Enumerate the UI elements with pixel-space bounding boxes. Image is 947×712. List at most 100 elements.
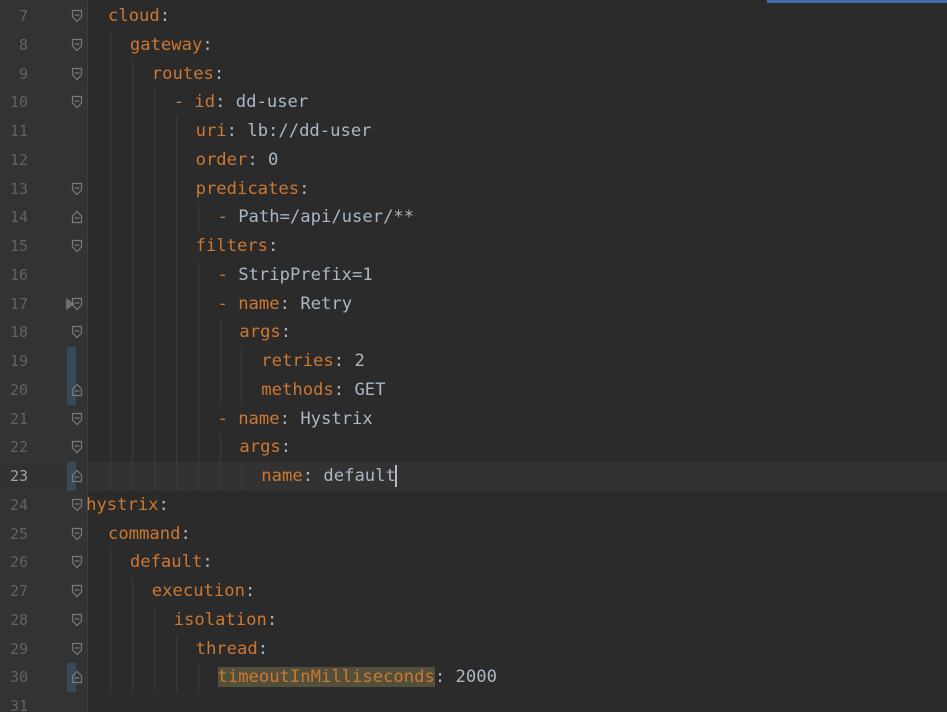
code-text[interactable]: execution: [152, 577, 256, 606]
line-number[interactable]: 24 [0, 491, 28, 520]
fold-start-icon[interactable] [71, 498, 83, 512]
code-line[interactable]: 26 default: [0, 548, 947, 577]
code-text[interactable]: isolation: [174, 606, 278, 635]
code-line[interactable]: 20 methods: GET [0, 375, 947, 405]
fold-start-icon[interactable] [71, 95, 83, 109]
code-text[interactable]: - name: Hystrix [218, 405, 373, 434]
code-text[interactable]: methods: GET [261, 376, 385, 405]
fold-start-icon[interactable] [71, 9, 83, 23]
code-text[interactable]: - Path=/api/user/** [218, 203, 415, 232]
code-line[interactable]: 21 - name: Hystrix [0, 404, 947, 434]
code-line[interactable]: 17 - name: Retry [0, 289, 947, 319]
line-number[interactable]: 27 [0, 577, 28, 606]
code-text[interactable]: - name: Retry [218, 290, 353, 319]
code-line[interactable]: 10 - id: dd-user [0, 88, 947, 117]
code-line[interactable]: 13 predicates: [0, 174, 947, 204]
code-line[interactable]: 19 retries: 2 [0, 347, 947, 376]
code-line[interactable]: 16 - StripPrefix=1 [0, 260, 947, 290]
code-text[interactable]: retries: 2 [261, 347, 365, 376]
change-marker[interactable] [67, 347, 76, 376]
code-line[interactable]: 27 execution: [0, 577, 947, 606]
fold-start-icon[interactable] [71, 325, 83, 339]
code-line[interactable]: 30 timeoutInMilliseconds: 2000 [0, 663, 947, 692]
code-text[interactable]: - StripPrefix=1 [218, 261, 373, 290]
fold-start-icon[interactable] [71, 642, 83, 656]
code-line[interactable]: 9 routes: [0, 59, 947, 89]
code-line[interactable]: 18 args: [0, 318, 947, 347]
fold-start-icon[interactable] [71, 527, 83, 541]
line-number[interactable]: 25 [0, 520, 28, 549]
line-number[interactable]: 20 [0, 376, 28, 405]
code-text[interactable]: default: [130, 548, 213, 577]
line-number[interactable]: 19 [0, 347, 28, 376]
code-text[interactable]: args: [239, 433, 291, 462]
code-line[interactable]: 24 hystrix: [0, 491, 947, 520]
code-line[interactable]: 7 cloud: [0, 2, 947, 31]
code-text[interactable]: gateway: [130, 31, 213, 60]
code-text[interactable]: routes: [152, 60, 224, 89]
code-text[interactable]: - id: dd-user [174, 88, 309, 117]
code-text[interactable]: uri: lb://dd-user [196, 117, 372, 146]
code-line[interactable]: 14 - Path=/api/user/** [0, 203, 947, 232]
code-text[interactable]: args: [239, 318, 291, 347]
line-number[interactable]: 18 [0, 318, 28, 347]
code-line[interactable]: 31 [0, 692, 947, 712]
line-number[interactable]: 30 [0, 663, 28, 692]
code-text[interactable]: order: 0 [196, 146, 279, 175]
code-editor[interactable]: 7 cloud: 8 gateway: 9 routes: 10- id: dd-user 1… [0, 0, 947, 712]
code-line[interactable]: 8 gateway: [0, 30, 947, 60]
fold-end-icon[interactable] [71, 383, 83, 397]
fold-start-icon[interactable] [71, 584, 83, 598]
line-number[interactable]: 15 [0, 232, 28, 261]
line-number[interactable]: 22 [0, 433, 28, 462]
code-line[interactable]: 23 name: default [0, 462, 947, 491]
line-number[interactable]: 8 [0, 31, 28, 60]
line-number[interactable]: 26 [0, 548, 28, 577]
line-number[interactable]: 29 [0, 635, 28, 664]
line-number[interactable]: 7 [0, 2, 28, 31]
line-number[interactable]: 9 [0, 60, 28, 89]
indent-guide [110, 174, 111, 204]
fold-start-icon[interactable] [71, 38, 83, 52]
code-line[interactable]: 12 order: 0 [0, 145, 947, 175]
code-text[interactable]: thread: [196, 635, 268, 664]
line-number[interactable]: 17 [0, 290, 28, 319]
code-line[interactable]: 22 args: [0, 433, 947, 462]
line-number[interactable]: 14 [0, 203, 28, 232]
code-text[interactable]: hystrix: [86, 491, 169, 520]
code-line[interactable]: 11 uri: lb://dd-user [0, 117, 947, 146]
fold-end-icon[interactable] [71, 210, 83, 224]
indent-guide [241, 375, 243, 405]
line-number[interactable]: 13 [0, 175, 28, 204]
line-number[interactable]: 10 [0, 88, 28, 117]
fold-start-icon[interactable] [71, 297, 83, 311]
code-text[interactable]: cloud: [108, 2, 170, 31]
fold-start-icon[interactable] [71, 412, 83, 426]
fold-start-icon[interactable] [71, 555, 83, 569]
fold-end-icon[interactable] [71, 469, 83, 483]
line-number[interactable]: 16 [0, 261, 28, 290]
code-line[interactable]: 15 filters: [0, 232, 947, 261]
line-number[interactable]: 12 [0, 146, 28, 175]
indent-guide [153, 318, 155, 347]
code-text[interactable]: command: [108, 520, 191, 549]
fold-start-icon[interactable] [71, 182, 83, 196]
line-number[interactable]: 11 [0, 117, 28, 146]
fold-start-icon[interactable] [71, 67, 83, 81]
code-text[interactable]: predicates: [196, 175, 310, 204]
code-line[interactable]: 28 isolation: [0, 605, 947, 635]
code-line[interactable]: 25 command: [0, 520, 947, 549]
fold-start-icon[interactable] [71, 440, 83, 454]
fold-start-icon[interactable] [71, 613, 83, 627]
fold-start-icon[interactable] [71, 239, 83, 253]
indent-guide [175, 232, 177, 261]
code-text[interactable]: timeoutInMilliseconds: 2000 [217, 663, 497, 692]
code-text[interactable]: filters: [196, 232, 279, 261]
line-number[interactable]: 21 [0, 405, 28, 434]
code-text[interactable]: name: default [261, 462, 397, 491]
line-number[interactable]: 23 [0, 462, 28, 491]
line-number[interactable]: 28 [0, 606, 28, 635]
fold-end-icon[interactable] [71, 670, 83, 684]
line-number[interactable]: 31 [0, 692, 28, 712]
code-line[interactable]: 29 thread: [0, 634, 947, 664]
